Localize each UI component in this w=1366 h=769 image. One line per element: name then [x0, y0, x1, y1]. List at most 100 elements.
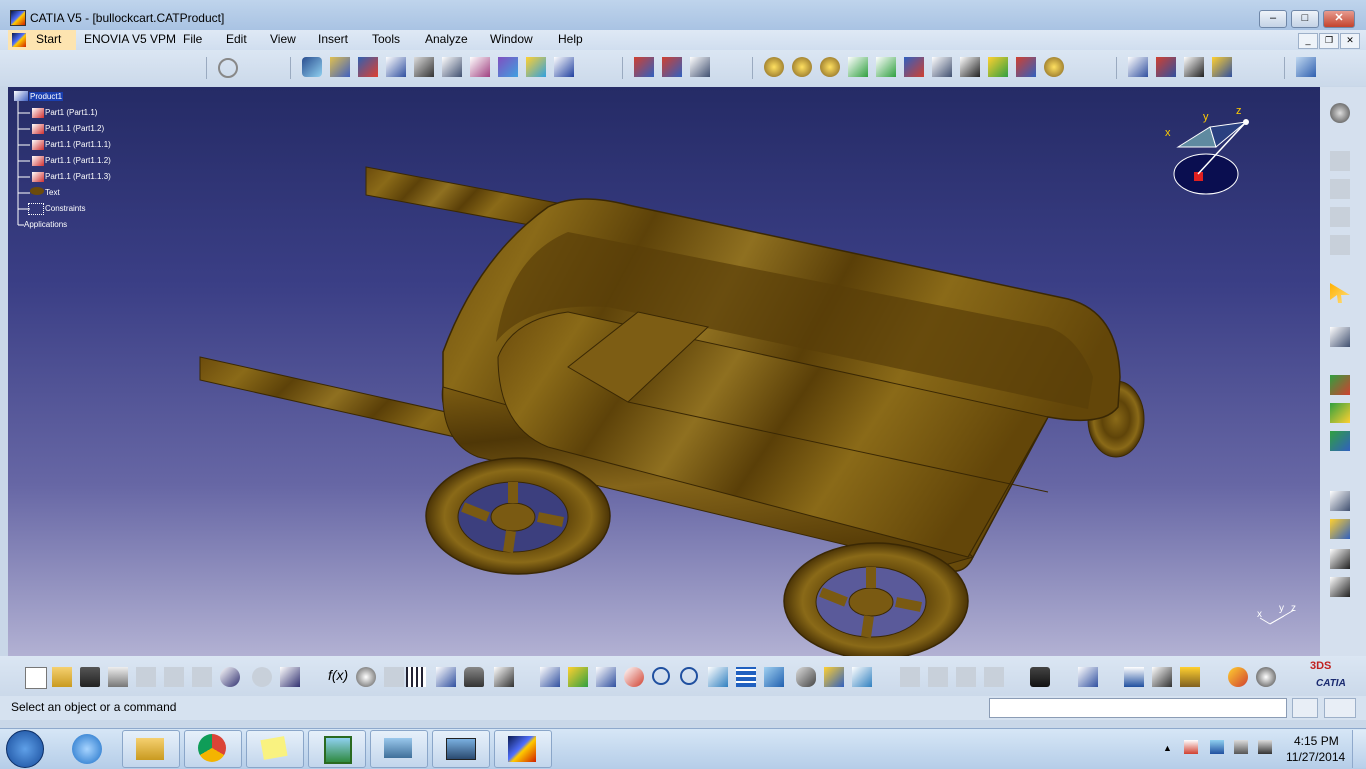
open-folder-icon[interactable] [52, 667, 72, 687]
offset-constraint-icon[interactable] [820, 57, 840, 77]
fast-multi-instantiation-icon[interactable] [554, 57, 574, 77]
generate-numbering-icon[interactable] [442, 57, 462, 77]
clash-icon[interactable] [1156, 57, 1176, 77]
fix-together-icon[interactable] [904, 57, 924, 77]
hide-show-icon[interactable] [824, 667, 844, 687]
render-icon[interactable] [1256, 667, 1276, 687]
select-arrow-icon[interactable] [1330, 283, 1350, 303]
zoom-in-icon[interactable] [652, 667, 670, 685]
manage-representations-icon[interactable] [498, 57, 518, 77]
compass-widget[interactable] [1158, 102, 1278, 212]
listing-report-icon[interactable] [1330, 577, 1350, 597]
replace-component-icon[interactable] [386, 57, 406, 77]
doc-close-button[interactable]: ✕ [1340, 33, 1360, 49]
zoom-out-icon[interactable] [680, 667, 698, 685]
lock-icon[interactable] [464, 667, 484, 687]
cart-model-graphic[interactable] [8, 87, 1320, 656]
measure-inertia-icon[interactable] [1180, 667, 1200, 687]
flexible-subassembly-icon[interactable] [960, 57, 980, 77]
menu-analyze[interactable]: Analyze [425, 32, 468, 46]
tree-item-part1-2[interactable]: Part1.1 (Part1.2) [45, 124, 104, 133]
manipulation-icon[interactable] [634, 57, 654, 77]
update-icon[interactable] [218, 58, 238, 78]
angle-constraint-icon[interactable] [848, 57, 868, 77]
insert-component-icon[interactable] [1330, 375, 1350, 395]
selective-load-icon[interactable] [470, 57, 490, 77]
move-icon[interactable] [1330, 327, 1350, 347]
insert-product-icon[interactable] [1330, 403, 1350, 423]
update-product-icon[interactable] [1078, 667, 1098, 687]
tree-item-constraints[interactable]: Constraints [45, 204, 85, 213]
menu-edit[interactable]: Edit [226, 32, 247, 46]
menu-help[interactable]: Help [558, 32, 583, 46]
catalog-browser-icon[interactable] [1296, 57, 1316, 77]
knowledge-icon[interactable] [436, 667, 456, 687]
menu-start[interactable]: Start [36, 32, 61, 46]
rotate-icon[interactable] [624, 667, 644, 687]
insert-part-icon[interactable] [1330, 431, 1350, 451]
multi-instantiation-icon[interactable] [526, 57, 546, 77]
change-constraint-icon[interactable] [988, 57, 1008, 77]
publication-icon[interactable] [1330, 519, 1350, 539]
fly-mode-icon[interactable] [540, 667, 560, 687]
shading-icon[interactable] [796, 667, 816, 687]
command-stop-button[interactable] [1324, 698, 1356, 718]
menu-enovia[interactable]: ENOVIA V5 VPM [84, 32, 176, 46]
network-icon[interactable] [1210, 740, 1224, 754]
tree-item-text[interactable]: Text [45, 188, 60, 197]
space-analysis-icon[interactable] [1128, 57, 1148, 77]
sectioning-icon[interactable] [1184, 57, 1204, 77]
command-input[interactable] [989, 698, 1287, 718]
save-icon[interactable] [80, 667, 100, 687]
menu-view[interactable]: View [270, 32, 296, 46]
internet-explorer-icon[interactable] [72, 734, 102, 764]
menu-window[interactable]: Window [490, 32, 533, 46]
tree-item-applications[interactable]: Applications [24, 220, 67, 229]
new-product-icon[interactable] [330, 57, 350, 77]
gear-icon[interactable] [1330, 103, 1350, 123]
menu-file[interactable]: File [183, 32, 202, 46]
scenes-icon[interactable] [1330, 491, 1350, 511]
menu-tools[interactable]: Tools [372, 32, 400, 46]
action-center-icon[interactable] [1184, 740, 1198, 754]
formula-icon[interactable]: f(x) [328, 667, 348, 687]
contact-constraint-icon[interactable] [792, 57, 812, 77]
fix-component-icon[interactable] [876, 57, 896, 77]
table-icon[interactable] [406, 667, 426, 687]
iso-view-icon[interactable] [764, 667, 784, 687]
tree-item-part1-1-1[interactable]: Part1.1 (Part1.1.1) [45, 140, 111, 149]
coincidence-constraint-icon[interactable] [764, 57, 784, 77]
snap-icon[interactable] [662, 57, 682, 77]
rules-icon[interactable] [494, 667, 514, 687]
tree-item-part1[interactable]: Part1 (Part1.1) [45, 108, 97, 117]
show-hidden-icons-chevron-icon[interactable]: ▲ [1163, 743, 1172, 753]
show-desktop-button[interactable] [1352, 730, 1366, 768]
swap-visible-space-icon[interactable] [852, 667, 872, 687]
multi-view-icon[interactable] [736, 667, 756, 687]
minimize-button[interactable]: – [1259, 10, 1287, 28]
volume-muted-icon[interactable] [1258, 740, 1272, 754]
reuse-pattern-icon[interactable] [1016, 57, 1036, 77]
distance-analysis-icon[interactable] [1212, 57, 1232, 77]
measure-item-icon[interactable] [1152, 667, 1172, 687]
camera-icon[interactable] [1030, 667, 1050, 687]
pan-icon[interactable] [596, 667, 616, 687]
constraint-more-icon[interactable] [1044, 57, 1064, 77]
apply-material-icon[interactable] [1228, 667, 1248, 687]
undo-icon[interactable] [220, 667, 240, 687]
tree-item-part1-1-2[interactable]: Part1.1 (Part1.1.2) [45, 156, 111, 165]
display-icon[interactable] [1234, 740, 1248, 754]
clock-time[interactable]: 4:15 PM [1294, 734, 1339, 748]
print-icon[interactable] [108, 667, 128, 687]
windows-start-button[interactable] [6, 730, 44, 768]
graph-tree-reorder-icon[interactable] [414, 57, 434, 77]
fit-all-icon[interactable] [568, 667, 588, 687]
explode-icon[interactable] [690, 57, 710, 77]
close-button[interactable]: ✕ [1323, 10, 1355, 28]
doc-restore-button[interactable]: ❐ [1319, 33, 1339, 49]
tree-item-part1-1-3[interactable]: Part1.1 (Part1.1.3) [45, 172, 111, 181]
normal-view-icon[interactable] [708, 667, 728, 687]
clock-date[interactable]: 11/27/2014 [1286, 750, 1345, 764]
tree-root-product1[interactable]: Product1 [29, 92, 64, 101]
maximize-button[interactable]: □ [1291, 10, 1319, 28]
